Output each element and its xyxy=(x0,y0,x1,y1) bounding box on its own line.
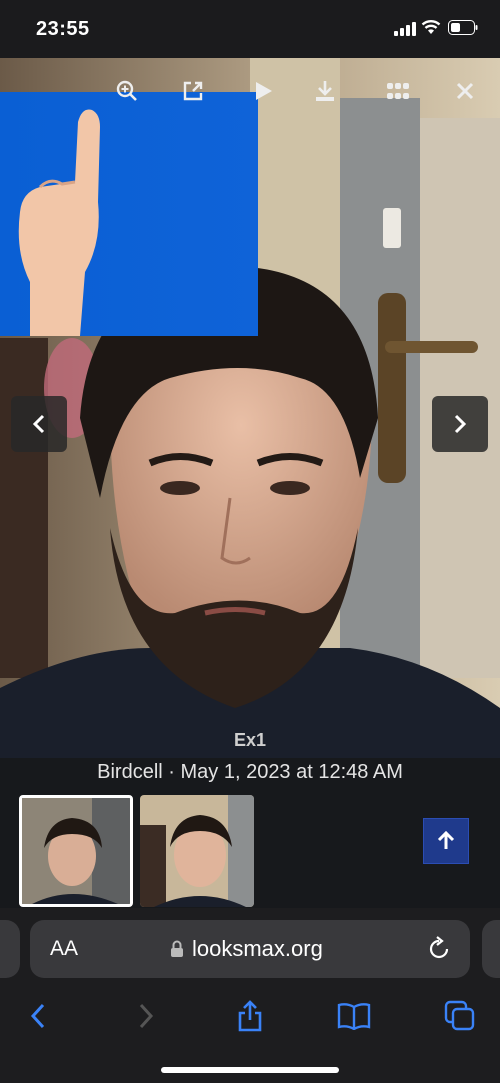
reload-icon[interactable] xyxy=(426,936,452,962)
share-icon xyxy=(238,1000,262,1032)
lock-icon xyxy=(171,940,183,957)
previous-tab-peek[interactable] xyxy=(0,920,20,978)
thumbnail-strip xyxy=(0,791,500,908)
thumbnail-1[interactable] xyxy=(19,795,133,907)
close-icon xyxy=(456,82,474,100)
safari-bottom-tools xyxy=(0,996,500,1046)
slideshow-play-button[interactable] xyxy=(248,76,278,106)
page-settings-button[interactable]: AA xyxy=(50,937,78,961)
share-button[interactable] xyxy=(230,996,270,1036)
image-caption: Ex1 xyxy=(233,730,267,750)
image-lightbox: Ex1 Birdcell · May 1, 2023 at 12:48 AM xyxy=(0,58,500,908)
status-time: 23:55 xyxy=(36,18,90,40)
chevron-left-icon xyxy=(32,414,45,434)
scroll-to-top-button[interactable] xyxy=(423,818,469,864)
chevron-right-icon xyxy=(139,1003,154,1029)
thumbnail-2[interactable] xyxy=(140,795,254,907)
url-text: looksmax.org xyxy=(192,936,323,961)
safari-toolbar: AA looksmax.org xyxy=(0,908,500,1083)
share-external-icon xyxy=(183,81,203,101)
download-icon xyxy=(316,81,334,101)
lightbox-toolbar xyxy=(0,58,500,122)
chevron-right-icon xyxy=(454,414,467,434)
bookmarks-button[interactable] xyxy=(334,996,374,1036)
close-button[interactable] xyxy=(450,76,480,106)
image-byline: Birdcell · May 1, 2023 at 12:48 AM xyxy=(97,761,403,783)
thumbnail-2-image xyxy=(140,795,254,907)
tabs-button[interactable] xyxy=(440,996,480,1036)
tabs-icon xyxy=(444,1000,475,1031)
zoom-in-button[interactable] xyxy=(112,76,142,106)
thumbnail-1-image xyxy=(22,798,130,904)
address-bar[interactable]: AA looksmax.org xyxy=(30,920,470,978)
status-bar: 23:55 xyxy=(0,0,500,58)
book-icon xyxy=(337,1003,371,1030)
arrow-up-icon xyxy=(437,831,455,849)
forward-button[interactable] xyxy=(126,996,166,1036)
back-button[interactable] xyxy=(18,996,58,1036)
grid-icon xyxy=(387,83,409,99)
next-image-button[interactable] xyxy=(432,396,488,452)
battery-icon xyxy=(448,20,478,35)
download-button[interactable] xyxy=(310,76,340,106)
next-tab-peek[interactable] xyxy=(482,920,500,978)
open-external-button[interactable] xyxy=(178,76,208,106)
zoom-in-icon xyxy=(116,80,137,101)
play-icon xyxy=(256,82,272,100)
home-indicator[interactable] xyxy=(161,1067,339,1073)
wifi-icon xyxy=(421,20,441,34)
hand-sign-image xyxy=(0,92,258,336)
chevron-left-icon xyxy=(30,1003,45,1029)
previous-image-button[interactable] xyxy=(11,396,67,452)
thumbnails-toggle-button[interactable] xyxy=(383,76,413,106)
cellular-signal-icon xyxy=(394,22,416,36)
